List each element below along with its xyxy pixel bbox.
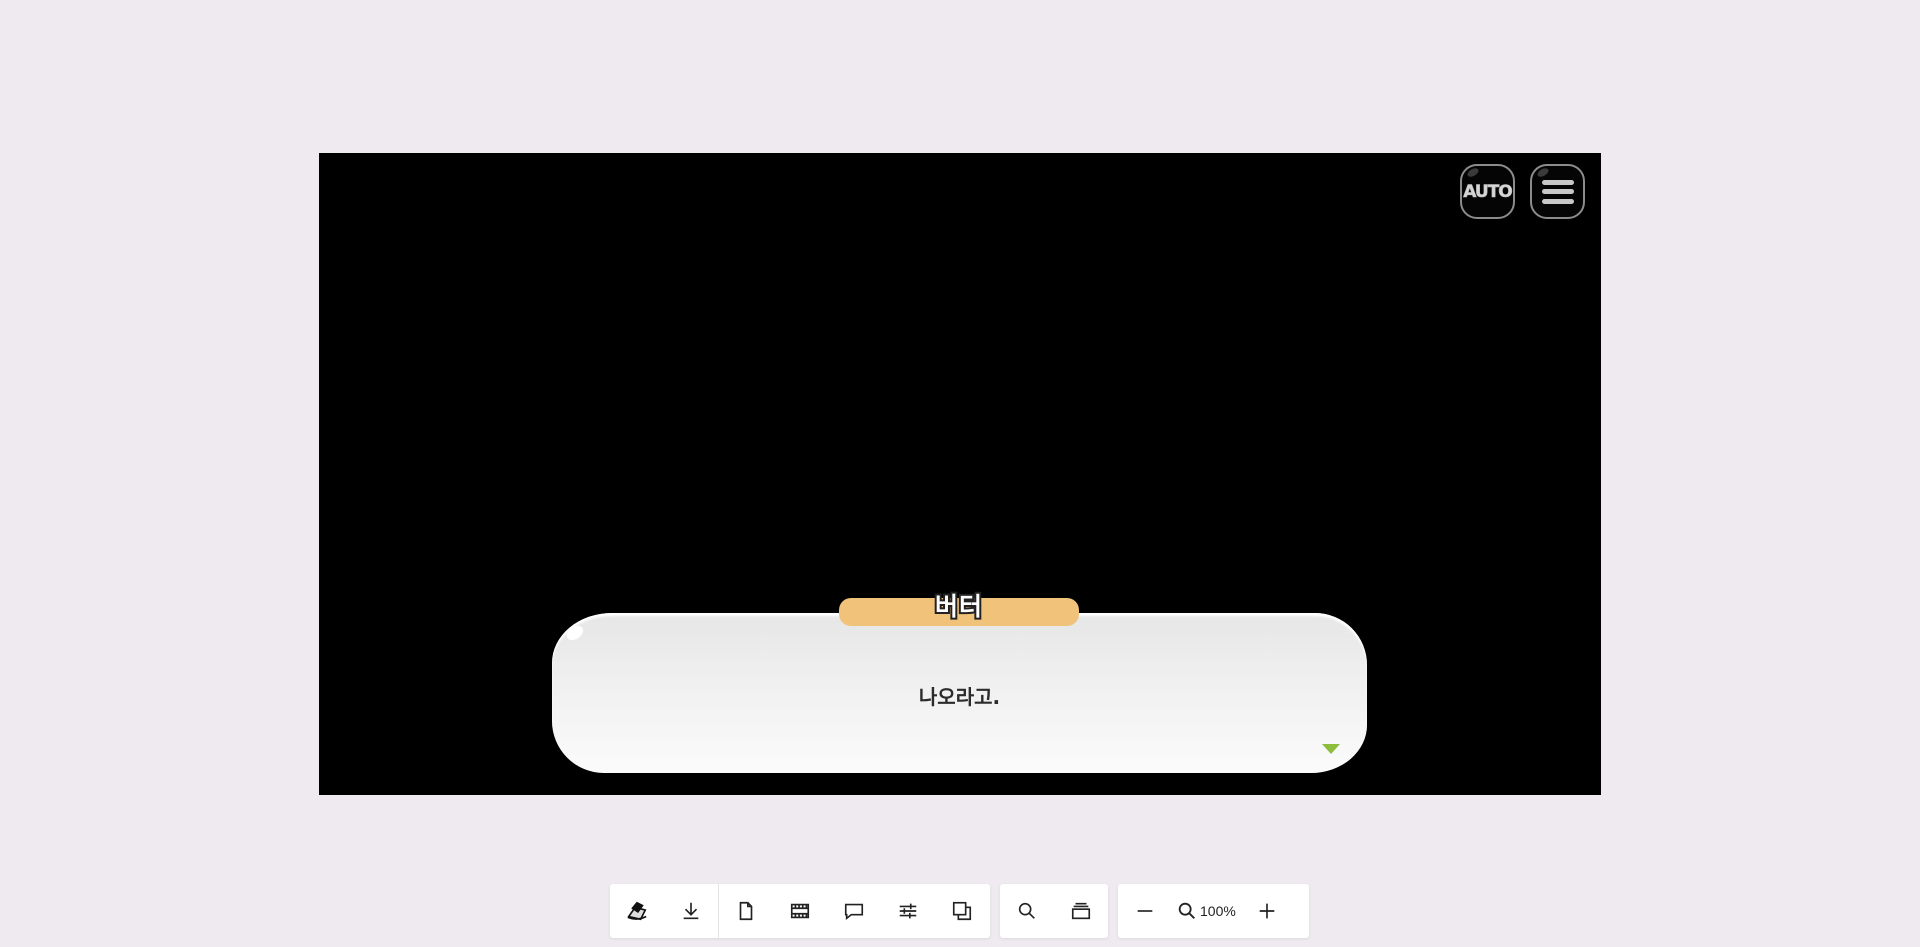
file-icon: [739, 901, 753, 921]
game-stage[interactable]: AUTO 버터 나오라고.: [319, 153, 1601, 795]
toolbar-view: [1000, 884, 1108, 938]
search-button[interactable]: [1000, 884, 1054, 938]
comment-icon: [844, 903, 864, 921]
film-button[interactable]: [773, 884, 827, 938]
download-icon: [683, 902, 699, 920]
zoom-value: 100%: [1200, 903, 1236, 919]
chevron-down-icon[interactable]: [1322, 744, 1340, 754]
window-icon: [1071, 902, 1091, 920]
auto-label: AUTO: [1463, 181, 1513, 202]
dialog-text: 나오라고.: [918, 685, 1001, 709]
toolbar-main: [610, 884, 990, 938]
settings-button[interactable]: [881, 884, 935, 938]
logo-icon: [627, 901, 647, 921]
zoom-out-button[interactable]: [1118, 884, 1172, 938]
toolbar-zoom: 100%: [1118, 884, 1309, 938]
zoom-in-button[interactable]: [1240, 884, 1294, 938]
hamburger-menu-icon: [1541, 179, 1574, 204]
window-button[interactable]: [1054, 884, 1108, 938]
zoom-display[interactable]: 100%: [1172, 884, 1240, 938]
zoom-icon: [1178, 902, 1195, 919]
layers-button[interactable]: [935, 884, 989, 938]
logo-button[interactable]: [610, 884, 664, 938]
layers-icon: [952, 901, 972, 921]
search-icon: [1018, 902, 1035, 919]
new-file-button[interactable]: [719, 884, 773, 938]
plus-icon: [1259, 903, 1275, 919]
minus-icon: [1137, 910, 1153, 912]
auto-button[interactable]: AUTO: [1460, 164, 1515, 219]
menu-button[interactable]: [1530, 164, 1585, 219]
comment-button[interactable]: [827, 884, 881, 938]
download-button[interactable]: [664, 884, 718, 938]
speaker-name: 버터: [933, 590, 984, 623]
film-icon: [790, 903, 810, 919]
sliders-icon: [899, 903, 917, 919]
